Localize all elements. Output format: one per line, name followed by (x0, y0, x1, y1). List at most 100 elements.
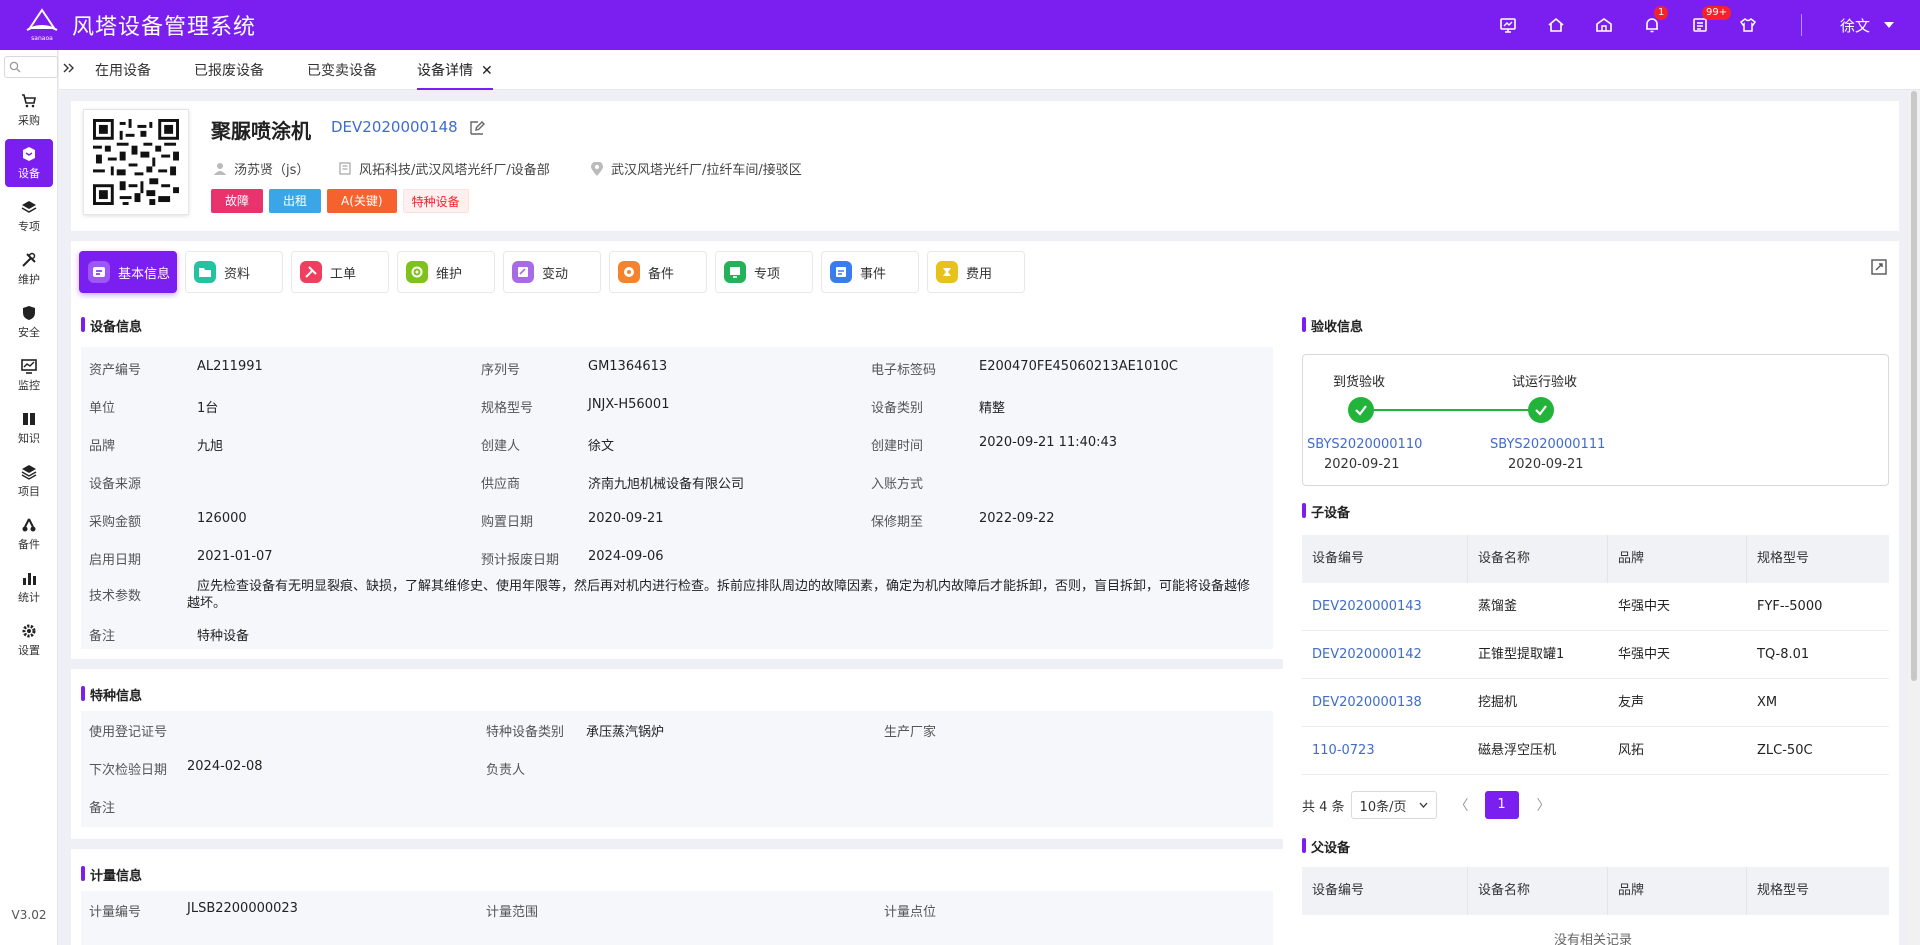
acceptance-link[interactable]: SBYS2020000110 (1307, 437, 1422, 452)
sidebar-item-purchase[interactable]: 采购 (5, 86, 53, 134)
workbench-button[interactable] (1580, 0, 1628, 50)
qr-code[interactable] (83, 109, 189, 215)
sidebar-item-statistics[interactable]: 统计 (5, 563, 53, 611)
page-size-select[interactable]: 10条/页 (1350, 791, 1437, 819)
purchase-date-value: 2020-09-21 (588, 511, 664, 526)
device-code-link[interactable]: DEV2020000142 (1302, 631, 1422, 679)
sidebar-search-input[interactable] (4, 56, 58, 78)
section-title: 子设备 (1302, 502, 1350, 521)
table-row[interactable]: DEV2020000142 正锥型提取罐1 华强中天 TQ-8.01 (1302, 631, 1889, 679)
column-header: 品牌 (1618, 551, 1645, 566)
field-label: 序列号 (481, 363, 521, 378)
prev-page-button[interactable]: 〈 (1455, 795, 1469, 815)
sidebar-item-knowledge[interactable]: 知识 (5, 404, 53, 452)
serial-number-value: GM1364613 (588, 359, 668, 374)
sidebar-item-settings[interactable]: 设置 (5, 616, 53, 664)
field-label: 负责人 (486, 763, 526, 778)
sidebar-item-monitor[interactable]: 监控 (5, 351, 53, 399)
page-number-button[interactable]: 1 (1484, 791, 1519, 819)
table-row[interactable]: DEV2020000143 蒸馏釜 华强中天 FYF--5000 (1302, 583, 1889, 631)
tab-in-use-devices[interactable]: 在用设备 (95, 50, 151, 90)
wrench-icon (300, 261, 322, 283)
tab-label: 基本信息 (118, 266, 171, 282)
double-chevron-right-icon[interactable] (61, 60, 77, 76)
shirt-icon (1739, 18, 1757, 32)
tab-basic-info[interactable]: 基本信息 (79, 251, 177, 293)
tab-costs[interactable]: 费用 (927, 251, 1025, 293)
theme-button[interactable] (1724, 0, 1772, 50)
column-header: 设备名称 (1478, 551, 1531, 566)
notifications-button[interactable]: 1 (1628, 0, 1676, 50)
supplier-value: 济南九旭机械设备有限公司 (588, 477, 745, 492)
tab-events[interactable]: 事件 (821, 251, 919, 293)
sidebar-item-parts[interactable]: 备件 (5, 510, 53, 558)
tab-special-projects[interactable]: 专项 (715, 251, 813, 293)
close-icon[interactable]: ✕ (481, 63, 493, 79)
tab-work-orders[interactable]: 工单 (291, 251, 389, 293)
device-header-card: 聚脲喷涂机 DEV2020000148 汤苏贤（js） 风拓科技/武汉风塔光纤厂… (71, 101, 1899, 231)
warranty-value: 2022-09-22 (979, 511, 1055, 526)
sidebar-item-device[interactable]: 设备 (5, 139, 53, 187)
next-page-button[interactable]: 〉 (1537, 795, 1551, 815)
asset-number-value: AL211991 (197, 359, 263, 374)
field-label: 计量点位 (884, 905, 937, 920)
device-code-link[interactable]: DEV2020000143 (1302, 583, 1422, 631)
table-header: 设备编号 设备名称 品牌 规格型号 (1302, 535, 1889, 583)
tab-changes[interactable]: 变动 (503, 251, 601, 293)
created-time-value: 2020-09-21 11:40:43 (979, 435, 1118, 450)
brand-value: 九旭 (197, 439, 224, 454)
fullscreen-icon[interactable] (1871, 259, 1887, 275)
top-divider (1801, 14, 1802, 36)
edit-icon[interactable] (468, 119, 486, 137)
tab-maintenance[interactable]: 维护 (397, 251, 495, 293)
sidebar-item-project[interactable]: 项目 (5, 457, 53, 505)
sidebar-item-safety[interactable]: 安全 (5, 298, 53, 346)
tab-sold-devices[interactable]: 已变卖设备 (307, 50, 377, 90)
layers-icon (21, 200, 37, 213)
info-card-icon (88, 261, 110, 283)
tab-device-detail[interactable]: 设备详情 ✕ (417, 50, 493, 90)
device-code-link[interactable]: DEV2020000138 (1302, 679, 1422, 727)
category-value: 精整 (979, 401, 1006, 416)
table-row[interactable]: DEV2020000138 挖掘机 友声 XM (1302, 679, 1889, 727)
purchase-amount-value: 126000 (197, 511, 247, 526)
field-label: 创建时间 (871, 439, 924, 454)
tab-scrapped-devices[interactable]: 已报废设备 (194, 50, 264, 90)
scrollbar-thumb[interactable] (1911, 91, 1917, 681)
step-title: 试运行验收 (1512, 375, 1578, 390)
model-cell: FYF--5000 (1757, 599, 1823, 614)
content-scrollbar[interactable] (1908, 91, 1920, 945)
device-info-section: 设备信息 资产编号 AL211991 序列号 GM1364613 电子标签码 E… (71, 299, 1283, 659)
app-logo[interactable]: sanaoa (20, 5, 64, 45)
tab-documents[interactable]: 资料 (185, 251, 283, 293)
check-circle-icon (1528, 397, 1554, 423)
sidebar-item-special[interactable]: 专项 (5, 192, 53, 240)
column-header: 设备名称 (1478, 883, 1531, 898)
brand-cell: 风拓 (1618, 743, 1645, 758)
screen-icon (1500, 18, 1516, 33)
field-label: 供应商 (481, 477, 521, 492)
tab-label: 维护 (436, 266, 463, 282)
notification-badge: 1 (1654, 6, 1669, 20)
tab-spare-parts[interactable]: 备件 (609, 251, 707, 293)
special-info-grid: 使用登记证号 特种设备类别 承压蒸汽锅炉 生产厂家 下次检验日期 2024-02… (81, 711, 1273, 827)
table-row[interactable]: 110-0723 磁悬浮空压机 风拓 ZLC-50C (1302, 727, 1889, 775)
folder-icon (194, 261, 216, 283)
book-icon (23, 412, 35, 425)
field-label: 设备类别 (871, 401, 924, 416)
field-label: 生产厂家 (884, 725, 937, 740)
tab-label: 设备详情 (417, 63, 473, 79)
sidebar-item-maintenance[interactable]: 维护 (5, 245, 53, 293)
gear-icon (22, 624, 36, 637)
user-menu[interactable]: 徐文 (1840, 0, 1894, 50)
acceptance-link[interactable]: SBYS2020000111 (1490, 437, 1605, 452)
screen-button[interactable] (1484, 0, 1532, 50)
field-label: 备注 (89, 629, 116, 644)
logo-text: sanaoa (31, 35, 53, 42)
messages-button[interactable]: 99+ (1676, 0, 1732, 50)
section-title: 设备信息 (81, 316, 142, 335)
device-icon (23, 146, 35, 161)
acceptance-date: 2020-09-21 (1508, 457, 1584, 472)
home-button[interactable] (1532, 0, 1580, 50)
device-code-link[interactable]: 110-0723 (1302, 727, 1375, 775)
